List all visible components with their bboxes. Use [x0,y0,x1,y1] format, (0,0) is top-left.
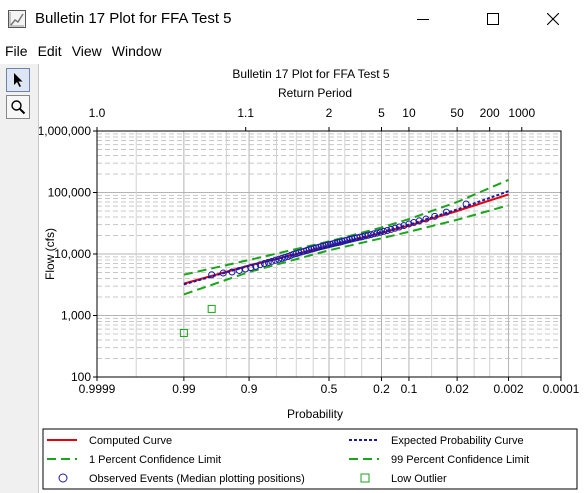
x-tick-label: 0.02 [445,382,469,396]
legend-label[interactable]: Computed Curve [89,435,172,447]
return-period-axis-label: Return Period [278,86,352,100]
x-tick-label: 0.9999 [79,382,116,396]
y-tick-label: 1,000,000 [39,124,91,138]
y-tick-label: 1,000 [61,309,91,323]
x-tick-label: 0.2 [373,382,390,396]
legend-label[interactable]: Low Outlier [391,473,447,485]
menu-window[interactable]: Window [111,42,163,60]
pointer-tool-button[interactable] [6,68,30,92]
minimize-button[interactable] [400,0,446,38]
pointer-arrow-icon [14,73,23,87]
y-tick-label: 10,000 [54,247,91,261]
menu-file[interactable]: File [4,42,29,60]
return-period-tick-label: 1.0 [89,106,106,120]
minimize-icon [417,19,429,20]
close-icon [547,13,559,25]
menu-edit[interactable]: Edit [37,42,63,60]
plot-icon[interactable] [8,10,26,28]
return-period-tick-label: 1.1 [237,106,254,120]
return-period-tick-label: 2 [326,106,333,120]
legend-label[interactable]: 99 Percent Confidence Limit [391,454,529,466]
x-tick-label: 0.9 [241,382,258,396]
frequency-chart[interactable]: Bulletin 17 Plot for FFA Test 5 Return P… [39,64,584,493]
menu-view[interactable]: View [71,42,103,60]
return-period-tick-label: 50 [450,106,464,120]
y-tick-label: 100,000 [48,186,92,200]
x-tick-label: 0.1 [401,382,418,396]
menu-bar: File Edit View Window [0,40,584,62]
magnifier-icon [11,100,26,115]
x-tick-label: 0.002 [494,382,524,396]
return-period-tick-label: 10 [402,106,416,120]
chart-title: Bulletin 17 Plot for FFA Test 5 [232,67,390,81]
maximize-icon [487,13,499,25]
return-period-tick-label: 5 [378,106,385,120]
return-period-tick-label: 200 [480,106,500,120]
99-percent-confidence-limit-line[interactable] [183,178,509,276]
maximize-button[interactable] [470,0,516,38]
return-period-tick-label: 1000 [508,106,535,120]
legend-label[interactable]: Expected Probability Curve [391,435,524,447]
probability-axis-label: Probability [287,407,343,421]
close-button[interactable] [530,0,576,38]
low-outlier-point[interactable] [207,304,216,313]
window-title: Bulletin 17 Plot for FFA Test 5 [35,10,232,27]
x-tick-label: 0.99 [172,382,196,396]
1-percent-confidence-limit-line[interactable] [183,204,509,296]
zoom-tool-button[interactable] [6,95,30,119]
title-bar: Bulletin 17 Plot for FFA Test 5 [0,0,584,38]
x-tick-label: 0.0001 [543,382,580,396]
x-tick-label: 0.5 [321,382,338,396]
plot-panel: Bulletin 17 Plot for FFA Test 5 Return P… [38,64,584,493]
legend-label[interactable]: Observed Events (Median plotting positio… [89,473,305,485]
legend-label[interactable]: 1 Percent Confidence Limit [89,454,221,466]
